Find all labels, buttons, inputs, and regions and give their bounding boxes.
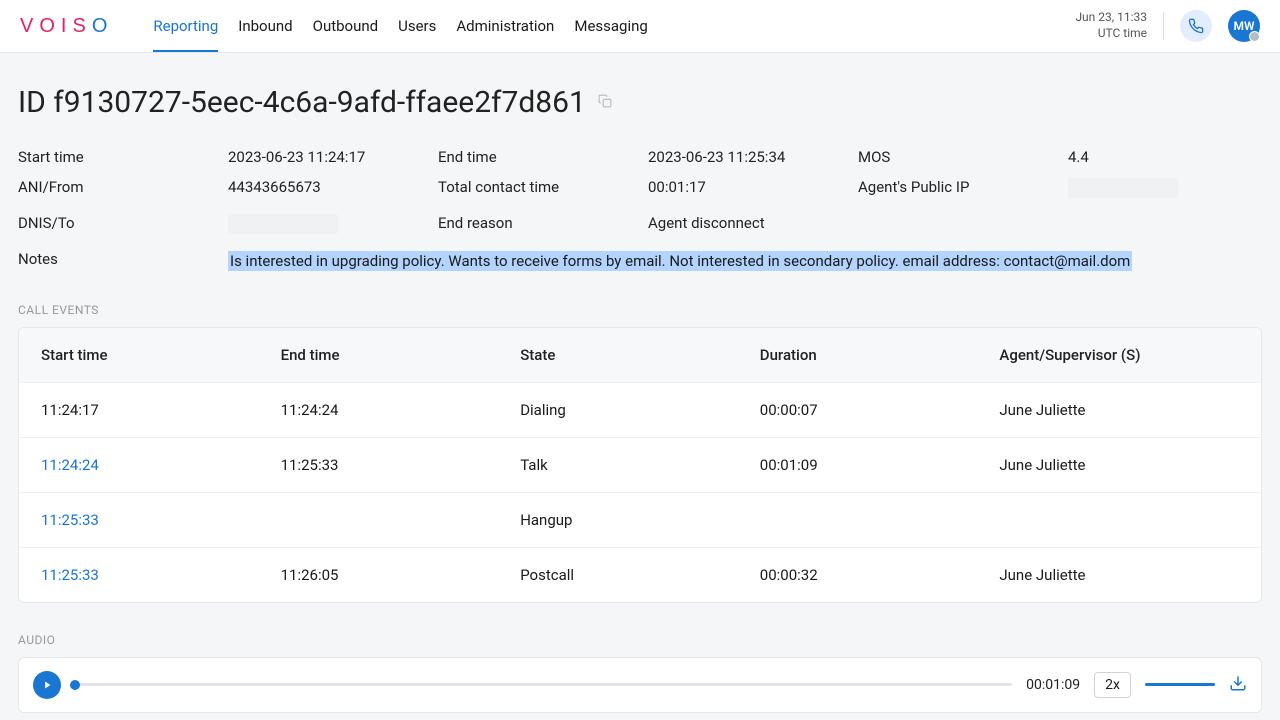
column-header: End time	[281, 346, 521, 364]
cell-end-time	[281, 511, 521, 529]
brand-logo: VOISO	[20, 15, 113, 38]
audio-duration: 00:01:09	[1026, 677, 1080, 693]
cell-duration: 00:00:32	[760, 566, 1000, 584]
play-button[interactable]	[33, 671, 61, 699]
divider	[1163, 12, 1164, 40]
cell-agent: June Juliette	[999, 456, 1239, 474]
mos-value: 4.4	[1068, 148, 1262, 166]
start-time-value: 2023-06-23 11:24:17	[228, 148, 438, 166]
agent-ip-value	[1068, 178, 1262, 202]
call-events-table: Start timeEnd timeStateDurationAgent/Sup…	[18, 327, 1262, 603]
audio-player: 00:01:09 2x	[18, 657, 1262, 713]
nav-item-administration[interactable]: Administration	[456, 1, 554, 51]
app-header: VOISO Reporting Inbound Outbound Users Admin…	[0, 0, 1280, 53]
cell-end-time: 11:24:24	[281, 401, 521, 419]
column-header: Duration	[760, 346, 1000, 364]
ani-label: ANI/From	[18, 178, 228, 202]
cell-state: Hangup	[520, 511, 760, 529]
cell-duration: 00:01:09	[760, 456, 1000, 474]
cell-state: Dialing	[520, 401, 760, 419]
cell-agent	[999, 511, 1239, 529]
end-reason-label: End reason	[438, 214, 648, 238]
notes-value: Is interested in upgrading policy. Wants…	[228, 251, 1132, 271]
table-header-row: Start timeEnd timeStateDurationAgent/Sup…	[19, 328, 1261, 383]
copy-icon[interactable]	[598, 94, 612, 112]
mos-label: MOS	[858, 148, 1068, 166]
nav-item-outbound[interactable]: Outbound	[313, 1, 379, 51]
cell-duration	[760, 511, 1000, 529]
end-time-value: 2023-06-23 11:25:34	[648, 148, 858, 166]
audio-heading: AUDIO	[18, 633, 1262, 647]
avatar-initials: MW	[1233, 19, 1254, 33]
dnis-value	[228, 214, 438, 238]
table-row: 11:24:2411:25:33Talk00:01:09June Juliett…	[19, 438, 1261, 493]
cell-agent: June Juliette	[999, 566, 1239, 584]
date-line: Jun 23, 11:33	[1075, 10, 1147, 26]
nav-item-users[interactable]: Users	[398, 1, 436, 51]
dialer-button[interactable]	[1180, 10, 1212, 42]
start-time-label: Start time	[18, 148, 228, 166]
tz-line: UTC time	[1075, 26, 1147, 42]
end-reason-value: Agent disconnect	[648, 214, 858, 238]
total-contact-label: Total contact time	[438, 178, 648, 202]
user-avatar[interactable]: MW	[1228, 10, 1260, 42]
download-icon	[1229, 674, 1247, 692]
cell-end-time: 11:26:05	[281, 566, 521, 584]
volume-slider[interactable]	[1145, 683, 1215, 686]
cell-start-time: 11:24:17	[41, 401, 281, 419]
header-time: Jun 23, 11:33 UTC time	[1075, 10, 1147, 41]
nav-item-reporting[interactable]: Reporting	[153, 1, 218, 51]
column-header: Agent/Supervisor (S)	[999, 346, 1239, 364]
play-icon	[41, 679, 53, 691]
cell-state: Postcall	[520, 566, 760, 584]
call-events-heading: CALL EVENTS	[18, 303, 1262, 317]
nav-item-inbound[interactable]: Inbound	[238, 1, 292, 51]
end-time-label: End time	[438, 148, 648, 166]
main-nav: Reporting Inbound Outbound Users Administrat…	[153, 1, 1075, 51]
cell-start-time[interactable]: 11:25:33	[41, 566, 281, 584]
cell-end-time: 11:25:33	[281, 456, 521, 474]
table-row: 11:25:33 Hangup	[19, 493, 1261, 548]
progress-handle[interactable]	[70, 680, 80, 690]
table-row: 11:24:1711:24:24Dialing00:00:07June Juli…	[19, 383, 1261, 438]
table-row: 11:25:3311:26:05Postcall00:00:32June Jul…	[19, 548, 1261, 602]
column-header: Start time	[41, 346, 281, 364]
cell-agent: June Juliette	[999, 401, 1239, 419]
playback-speed[interactable]: 2x	[1094, 672, 1131, 698]
ani-value: 44343665673	[228, 178, 438, 202]
cell-duration: 00:00:07	[760, 401, 1000, 419]
dnis-label: DNIS/To	[18, 214, 228, 238]
nav-item-messaging[interactable]: Messaging	[574, 1, 647, 51]
cell-state: Talk	[520, 456, 760, 474]
column-header: State	[520, 346, 760, 364]
page-title: ID f9130727-5eec-4c6a-9afd-ffaee2f7d861	[18, 85, 586, 120]
phone-icon	[1188, 18, 1204, 34]
meta-grid: Start time 2023-06-23 11:24:17 End time …	[18, 148, 1262, 238]
notes-value-wrap: Is interested in upgrading policy. Wants…	[228, 250, 1262, 273]
cell-start-time[interactable]: 11:25:33	[41, 511, 281, 529]
agent-ip-label: Agent's Public IP	[858, 178, 1068, 202]
total-contact-value: 00:01:17	[648, 178, 858, 202]
download-button[interactable]	[1229, 674, 1247, 696]
notes-label: Notes	[18, 250, 228, 268]
cell-start-time[interactable]: 11:24:24	[41, 456, 281, 474]
audio-progress[interactable]	[75, 683, 1012, 686]
